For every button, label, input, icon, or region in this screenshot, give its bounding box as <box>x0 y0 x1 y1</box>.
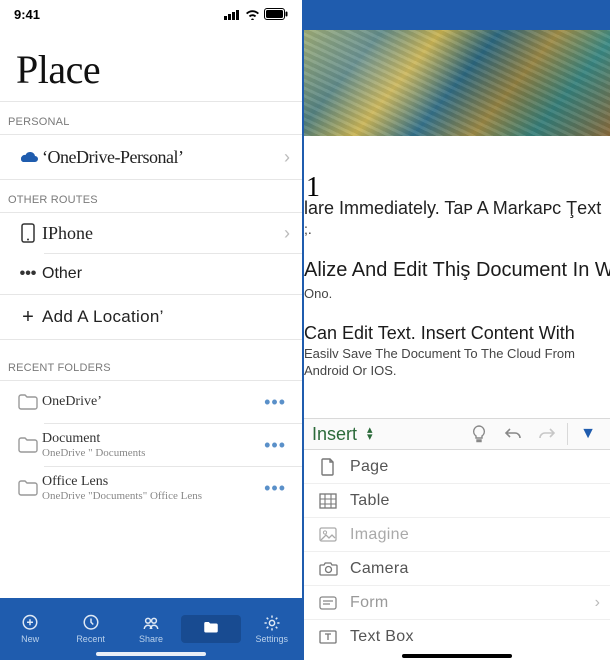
doc-heading: Alize And Edit Thiş Document In Wo <box>304 259 610 282</box>
insert-image[interactable]: Imaɡine <box>304 518 610 552</box>
places-panel: 9:41 Place PERSONAL ‘OneDrive-Personal’ … <box>0 0 302 660</box>
more-icon[interactable]: ••• <box>264 435 294 456</box>
document-hero-image <box>304 30 610 136</box>
tab-new[interactable]: New <box>0 614 60 644</box>
share-icon <box>141 614 161 632</box>
insert-menu: Paɡe Table Imaɡine Camera Form › Text <box>304 450 610 654</box>
app-header <box>304 0 610 30</box>
battery-icon <box>264 8 288 20</box>
onedrive-personal-row[interactable]: ‘OneDrive-Personal’ › <box>0 135 302 179</box>
folder-name: Document <box>42 431 264 447</box>
status-indicators <box>224 8 288 20</box>
ribbon-name[interactable]: Insert <box>312 424 357 445</box>
other-row[interactable]: ••• Other <box>0 254 302 294</box>
tab-recent[interactable]: Recent <box>61 614 121 644</box>
add-location-row[interactable]: + Add A Location’ <box>0 295 302 339</box>
doc-line: Easilv Save The Document To The Cloud Fr… <box>304 346 610 361</box>
more-icon[interactable]: ••• <box>264 478 294 499</box>
redo-icon[interactable] <box>533 422 561 446</box>
other-label: Other <box>42 265 294 283</box>
add-location-label: Add A Location’ <box>42 307 294 327</box>
doc-line: Ono. <box>304 286 610 301</box>
folder-icon <box>14 394 42 410</box>
ribbon-bar: Insert ▴▾ ▼ <box>304 418 610 450</box>
section-recent-folders: RECENT FOLDERS <box>0 340 302 380</box>
folder-name: Office Lens <box>42 474 264 490</box>
camera-icon <box>318 561 338 576</box>
recent-folder-row[interactable]: Document OneDrive " Documents ••• <box>0 424 302 466</box>
new-icon <box>20 614 40 632</box>
recent-folder-row[interactable]: Office Lens OneDrive "Documents" Office … <box>0 467 302 509</box>
insert-textbox[interactable]: Text Box <box>304 620 610 654</box>
insert-table[interactable]: Table <box>304 484 610 518</box>
cellular-icon <box>224 9 241 20</box>
document-panel: 1 lare Immediately. Taᴘ A Markaᴘc Ţext ;… <box>302 0 610 660</box>
home-indicator[interactable] <box>96 652 206 656</box>
insert-form[interactable]: Form › <box>304 586 610 620</box>
gutter-char: 1 <box>306 172 320 204</box>
image-icon <box>318 527 338 542</box>
folder-path: OneDrive "Documents" Office Lens <box>42 490 264 502</box>
onedrive-label: ‘OneDrive-Personal’ <box>42 147 284 168</box>
tab-share[interactable]: Share <box>121 614 181 644</box>
doc-heading: Can Edit Text. Insert Content With <box>304 323 610 344</box>
status-time: 9:41 <box>14 7 40 22</box>
page-icon <box>318 458 338 476</box>
iphone-label: IPhone <box>42 223 284 244</box>
ribbon-switch-icon[interactable]: ▴▾ <box>367 427 373 441</box>
plus-icon: + <box>14 306 42 329</box>
home-indicator[interactable] <box>402 654 512 658</box>
collapse-ribbon-icon[interactable]: ▼ <box>574 422 602 446</box>
doc-line: lare Immediately. Taᴘ A Markaᴘc Ţext <box>304 198 610 219</box>
doc-line: ;. <box>304 221 610 237</box>
chevron-right-icon: › <box>284 147 294 168</box>
section-personal: PERSONAL <box>0 102 302 134</box>
doc-line: Android Or IOS. <box>304 363 610 378</box>
iphone-row[interactable]: IPhone › <box>0 213 302 253</box>
chevron-right-icon: › <box>595 594 600 612</box>
status-bar: 9:41 <box>0 0 302 28</box>
lightbulb-icon[interactable] <box>465 422 493 446</box>
recent-icon <box>81 614 101 632</box>
folder-name: OneDrive’ <box>42 394 264 410</box>
onedrive-icon <box>14 150 42 164</box>
page-title: Place <box>0 28 302 101</box>
table-icon <box>318 493 338 509</box>
section-other-routes: OTHER ROUTES <box>0 180 302 212</box>
insert-page[interactable]: Paɡe <box>304 450 610 484</box>
textbox-icon <box>318 629 338 645</box>
folder-icon <box>14 437 42 453</box>
folder-path: OneDrive " Documents <box>42 447 264 459</box>
recent-folder-row[interactable]: OneDrive’ ••• <box>0 381 302 423</box>
chevron-right-icon: › <box>284 223 294 244</box>
tab-files[interactable] <box>181 615 241 643</box>
tab-settings[interactable]: Settings <box>242 614 302 644</box>
folder-icon <box>201 619 221 637</box>
form-icon <box>318 595 338 611</box>
wifi-icon <box>245 9 260 20</box>
more-icon[interactable]: ••• <box>264 392 294 413</box>
gear-icon <box>262 614 282 632</box>
undo-icon[interactable] <box>499 422 527 446</box>
insert-camera[interactable]: Camera <box>304 552 610 586</box>
phone-icon <box>14 223 42 243</box>
document-body[interactable]: 1 lare Immediately. Taᴘ A Markaᴘc Ţext ;… <box>304 136 610 418</box>
ellipsis-icon: ••• <box>14 265 42 283</box>
folder-icon <box>14 480 42 496</box>
bottom-tabbar: New Recent Share Settings <box>0 598 302 660</box>
